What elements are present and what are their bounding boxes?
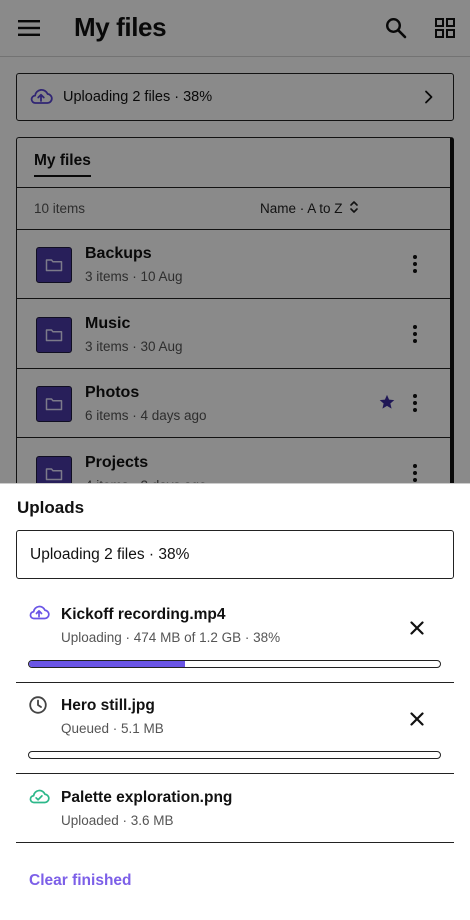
upload-progress-fill: [29, 661, 186, 667]
upload-file-meta: Uploading · 474 MB of 1.2 GB · 38%: [61, 630, 281, 645]
cloud-upload-icon: [28, 603, 50, 625]
uploads-sheet: Uploads Uploading 2 files · 38% Kickoff …: [0, 483, 470, 920]
clock-icon: [28, 695, 50, 717]
upload-summary: Uploading 2 files · 38%: [16, 530, 454, 579]
upload-summary-text: Uploading 2 files · 38%: [30, 546, 190, 563]
cancel-upload-icon[interactable]: [405, 616, 429, 640]
modal-scrim[interactable]: [0, 0, 470, 483]
upload-file-name: Kickoff recording.mp4: [61, 606, 226, 623]
cloud-done-icon: [28, 787, 50, 809]
upload-file-meta: Uploaded · 3.6 MB: [61, 813, 174, 828]
cancel-upload-icon[interactable]: [405, 707, 429, 731]
upload-item: Palette exploration.png Uploaded · 3.6 M…: [16, 774, 454, 843]
upload-progress-bar: [28, 751, 441, 759]
upload-progress-bar: [28, 660, 441, 668]
sheet-title: Uploads: [17, 498, 85, 517]
upload-file-meta: Queued · 5.1 MB: [61, 721, 164, 736]
upload-file-name: Hero still.jpg: [61, 697, 155, 714]
upload-file-name: Palette exploration.png: [61, 789, 233, 806]
clear-finished-button[interactable]: Clear finished: [29, 872, 132, 890]
upload-item: Kickoff recording.mp4 Uploading · 474 MB…: [16, 593, 454, 683]
files-screen: My files Uploading 2 files · 38% My file…: [0, 0, 470, 920]
upload-item: Hero still.jpg Queued · 5.1 MB: [16, 683, 454, 774]
